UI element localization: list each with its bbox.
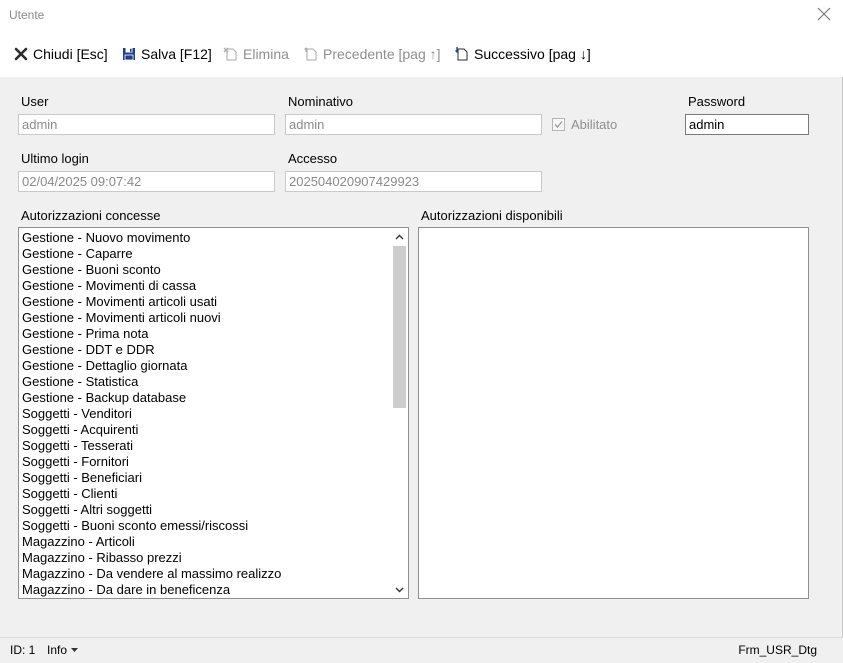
info-label: Info [47,643,68,657]
info-dropdown[interactable]: Info [47,643,79,657]
abilitato-checkbox[interactable]: Abilitato [552,116,617,132]
form-name: Frm_USR_Dtg [738,643,817,657]
next-button-label: Successivo [pag ↓] [474,46,591,62]
scroll-down-button[interactable] [391,581,408,598]
password-label: Password [688,94,746,109]
list-item[interactable]: Gestione - Dettaglio giornata [22,358,392,374]
list-item[interactable]: Gestione - Movimenti articoli nuovi [22,310,392,326]
list-item[interactable]: Magazzino - Da dare in beneficenza [22,582,392,598]
nominativo-field[interactable]: admin [285,114,542,135]
list-item[interactable]: Soggetti - Tesserati [22,438,392,454]
title-bar: Utente [0,0,843,30]
user-label: User [21,94,49,109]
record-id: ID: 1 [10,643,36,657]
delete-button[interactable]: Elimina [223,44,289,64]
toolbar: Chiudi [Esc] Salva [F12] Elimina Precede… [0,30,843,77]
concesse-scrollbar[interactable] [391,228,408,598]
window-title: Utente [9,8,45,22]
close-button-label: Chiudi [Esc] [33,46,108,62]
scroll-thumb[interactable] [393,246,406,408]
nominativo-label: Nominativo [288,94,354,109]
window-close-button[interactable] [815,5,833,23]
list-item[interactable]: Gestione - Backup database [22,390,392,406]
document-next-icon [454,46,470,62]
autorizzazioni-concesse-list[interactable]: Gestione - Nuovo movimento Gestione - Cap… [18,227,409,599]
password-field[interactable]: admin [685,114,809,135]
list-item[interactable]: Soggetti - Beneficiari [22,470,392,486]
document-delete-icon [223,46,239,62]
concesse-label: Autorizzazioni concesse [21,208,161,223]
list-item[interactable]: Gestione - Statistica [22,374,392,390]
ultimo-login-field[interactable]: 02/04/2025 09:07:42 [18,171,275,192]
user-field[interactable]: admin [18,114,275,135]
list-item[interactable]: Magazzino - Articoli [22,534,392,550]
list-item[interactable]: Soggetti - Venditori [22,406,392,422]
list-item[interactable]: Soggetti - Fornitori [22,454,392,470]
accesso-label: Accesso [288,151,338,166]
close-button[interactable]: Chiudi [Esc] [13,44,108,64]
list-item[interactable]: Magazzino - Da vendere al massimo realiz… [22,566,392,582]
chevron-down-icon [395,587,404,593]
list-item[interactable]: Gestione - Movimenti articoli usati [22,294,392,310]
save-button[interactable]: Salva [F12] [121,44,212,64]
concesse-items: Gestione - Nuovo movimento Gestione - Cap… [22,230,392,598]
autorizzazioni-disponibili-list[interactable] [418,227,809,599]
list-item[interactable]: Magazzino - Ribasso prezzi [22,550,392,566]
list-item[interactable]: Gestione - Buoni sconto [22,262,392,278]
next-button[interactable]: Successivo [pag ↓] [454,44,591,64]
list-item[interactable]: Soggetti - Buoni sconto emessi/riscossi [22,518,392,534]
ultimo-login-label: Ultimo login [21,151,89,166]
chevron-up-icon [395,234,404,240]
x-icon [13,46,29,62]
status-bar: ID: 1 Info Frm_USR_Dtg [0,637,843,663]
document-previous-icon [303,46,319,62]
previous-button-label: Precedente [pag ↑] [323,46,441,62]
close-icon [817,7,831,21]
list-item[interactable]: Gestione - DDT e DDR [22,342,392,358]
list-item[interactable]: Gestione - Caparre [22,246,392,262]
scroll-up-button[interactable] [391,228,408,245]
abilitato-label: Abilitato [571,116,618,132]
previous-button[interactable]: Precedente [pag ↑] [303,44,441,64]
disponibili-label: Autorizzazioni disponibili [421,208,563,223]
list-item[interactable]: Gestione - Nuovo movimento [22,230,392,246]
user-window: Utente Chiudi [Esc] Salva [F12] Elimina … [0,0,843,663]
checkbox-box[interactable] [552,117,565,131]
list-item[interactable]: Soggetti - Acquirenti [22,422,392,438]
save-button-label: Salva [F12] [141,46,212,62]
checkmark-icon [554,120,563,128]
list-item[interactable]: Soggetti - Clienti [22,486,392,502]
floppy-disk-icon [121,46,137,62]
delete-button-label: Elimina [243,46,289,62]
accesso-field[interactable]: 202504020907429923 [285,171,542,192]
list-item[interactable]: Gestione - Prima nota [22,326,392,342]
caret-down-icon [71,648,79,652]
list-item[interactable]: Gestione - Movimenti di cassa [22,278,392,294]
list-item[interactable]: Soggetti - Altri soggetti [22,502,392,518]
